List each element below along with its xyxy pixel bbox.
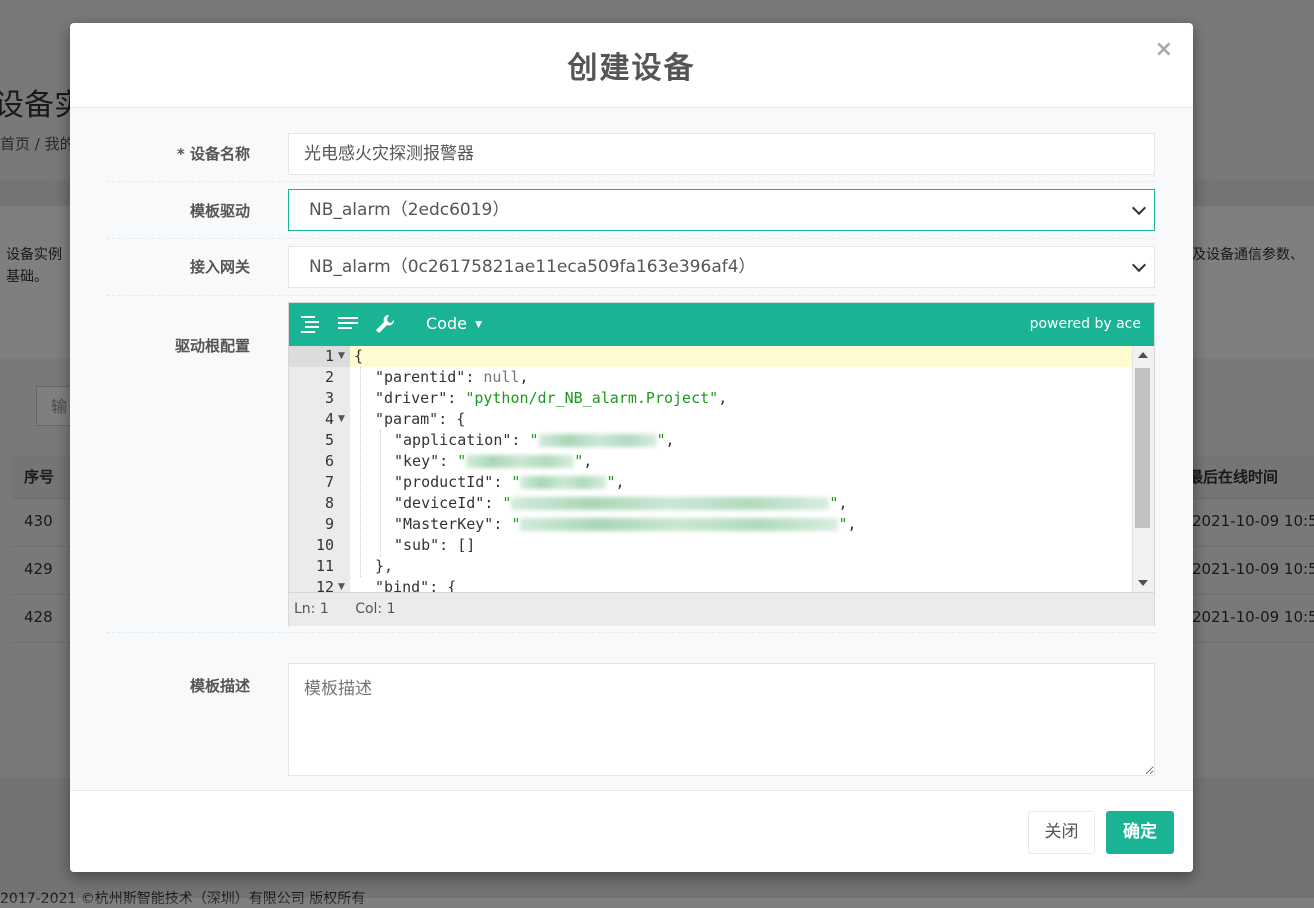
editor-scrollbar[interactable] xyxy=(1132,346,1154,592)
code-key: "param" xyxy=(375,410,439,428)
line-number: 9 xyxy=(324,515,334,533)
code-line: { xyxy=(354,346,363,367)
scrollbar-thumb[interactable] xyxy=(1135,368,1150,528)
code-line: "bind": { xyxy=(375,577,456,592)
line-number: 1 xyxy=(324,347,334,365)
line-number: 3 xyxy=(324,389,334,407)
code-token: }, xyxy=(375,557,394,575)
form-row-gateway: 接入网关 NB_alarm（0c26175821ae11eca509fa163e… xyxy=(107,238,1155,296)
fold-arrow-icon[interactable]: ▼ xyxy=(338,582,345,592)
editor-status-bar: Ln: 1 Col: 1 xyxy=(289,592,1154,626)
description-textarea[interactable] xyxy=(288,663,1155,776)
code-token: { xyxy=(354,347,364,365)
create-device-modal: 创建设备 × * 设备名称 光电感火灾探测报警器 模板驱动 NB_alarm（2… xyxy=(70,23,1193,872)
form-row-device-name: * 设备名称 光电感火灾探测报警器 xyxy=(107,108,1155,182)
gateway-select-value: NB_alarm（0c26175821ae11eca509fa163e396af… xyxy=(309,257,756,277)
gateway-label: 接入网关 xyxy=(189,258,250,276)
indent-guide xyxy=(360,367,362,577)
code-line: "param": { xyxy=(375,410,466,428)
redacted-value xyxy=(511,497,830,510)
code-value: [] xyxy=(457,536,476,554)
line-number: 7 xyxy=(324,473,334,491)
code-key: "bind" xyxy=(375,578,430,592)
code-key: "parentid" xyxy=(375,368,466,386)
modal-title: 创建设备 xyxy=(567,51,696,86)
line-number: 4 xyxy=(324,410,334,428)
device-name-input[interactable]: 光电感火灾探测报警器 xyxy=(288,133,1155,175)
code-line: }, xyxy=(375,556,393,577)
modal-header: 创建设备 × xyxy=(70,23,1193,108)
code-key: "deviceId" xyxy=(394,494,485,512)
active-line-highlight xyxy=(350,346,1133,367)
code-line: "sub": [] xyxy=(394,536,476,554)
close-icon[interactable]: × xyxy=(1155,37,1173,62)
redacted-value xyxy=(538,434,657,447)
format-icon[interactable] xyxy=(300,313,322,335)
code-value: null xyxy=(483,368,520,386)
line-number: 6 xyxy=(324,452,334,470)
close-button[interactable]: 关闭 xyxy=(1028,811,1095,854)
mode-label: Code xyxy=(426,314,467,333)
chevron-down-icon xyxy=(1131,200,1147,216)
form-row-driver: 模板驱动 NB_alarm（2edc6019） xyxy=(107,181,1155,239)
scroll-down-arrow-icon[interactable] xyxy=(1138,580,1148,586)
line-number: 10 xyxy=(315,536,334,554)
code-line: "productId": " ", xyxy=(394,473,625,491)
redacted-value xyxy=(520,518,839,531)
status-line: Ln: 1 xyxy=(294,601,329,617)
status-column: Col: 1 xyxy=(355,601,396,617)
code-line: "MasterKey": " ", xyxy=(394,515,857,533)
confirm-button[interactable]: 确定 xyxy=(1106,811,1174,854)
code-line: "parentid": null, xyxy=(375,368,529,386)
editor-content[interactable]: { "parentid": null, "driver": "python/dr… xyxy=(350,346,1133,592)
json-code-editor[interactable]: Code ▼ powered by ace 1 ▼ 2 3 4 ▼ 5 6 7 … xyxy=(288,302,1155,626)
modal-footer: 关闭 确定 xyxy=(70,790,1193,872)
indent-guide xyxy=(380,430,382,556)
line-number: 8 xyxy=(324,494,334,512)
device-name-label: * 设备名称 xyxy=(176,145,250,163)
code-line: "deviceId": " ", xyxy=(394,494,848,512)
code-key: "sub" xyxy=(394,536,440,554)
redacted-value xyxy=(520,476,607,489)
fold-arrow-icon[interactable]: ▼ xyxy=(338,351,345,361)
modal-body: * 设备名称 光电感火灾探测报警器 模板驱动 NB_alarm（2edc6019… xyxy=(70,108,1193,790)
line-number: 2 xyxy=(324,368,334,386)
code-key: "MasterKey" xyxy=(394,515,494,533)
caret-down-icon: ▼ xyxy=(475,320,482,330)
code-line: "application": " ", xyxy=(394,431,675,449)
editor-gutter: 1 ▼ 2 3 4 ▼ 5 6 7 8 9 10 11 12 ▼ xyxy=(289,346,350,596)
description-label: 模板描述 xyxy=(189,677,250,695)
code-line: "key": " ", xyxy=(394,452,593,470)
code-key: "application" xyxy=(394,431,512,449)
code-line: "driver": "python/dr_NB_alarm.Project", xyxy=(375,389,728,407)
code-key: "key" xyxy=(394,452,440,470)
code-key: "driver" xyxy=(375,389,448,407)
redacted-value xyxy=(466,455,575,468)
gateway-select[interactable]: NB_alarm（0c26175821ae11eca509fa163e396af… xyxy=(288,246,1155,288)
scroll-up-arrow-icon[interactable] xyxy=(1138,352,1148,358)
line-number: 11 xyxy=(315,557,334,575)
driver-select[interactable]: NB_alarm（2edc6019） xyxy=(288,189,1155,231)
chevron-down-icon xyxy=(1131,257,1147,273)
fold-arrow-icon[interactable]: ▼ xyxy=(338,414,345,424)
driver-select-value: NB_alarm（2edc6019） xyxy=(309,200,510,220)
wrench-icon[interactable] xyxy=(374,313,396,335)
mode-dropdown[interactable]: Code ▼ xyxy=(426,314,482,333)
compact-icon[interactable] xyxy=(337,313,359,335)
code-key: "productId" xyxy=(394,473,494,491)
code-value: "python/dr_NB_alarm.Project" xyxy=(465,389,719,407)
driver-label: 模板驱动 xyxy=(189,202,250,220)
editor-toolbar: Code ▼ powered by ace xyxy=(289,303,1154,346)
powered-by-ace-link[interactable]: powered by ace xyxy=(1030,316,1141,332)
line-number: 5 xyxy=(324,431,334,449)
